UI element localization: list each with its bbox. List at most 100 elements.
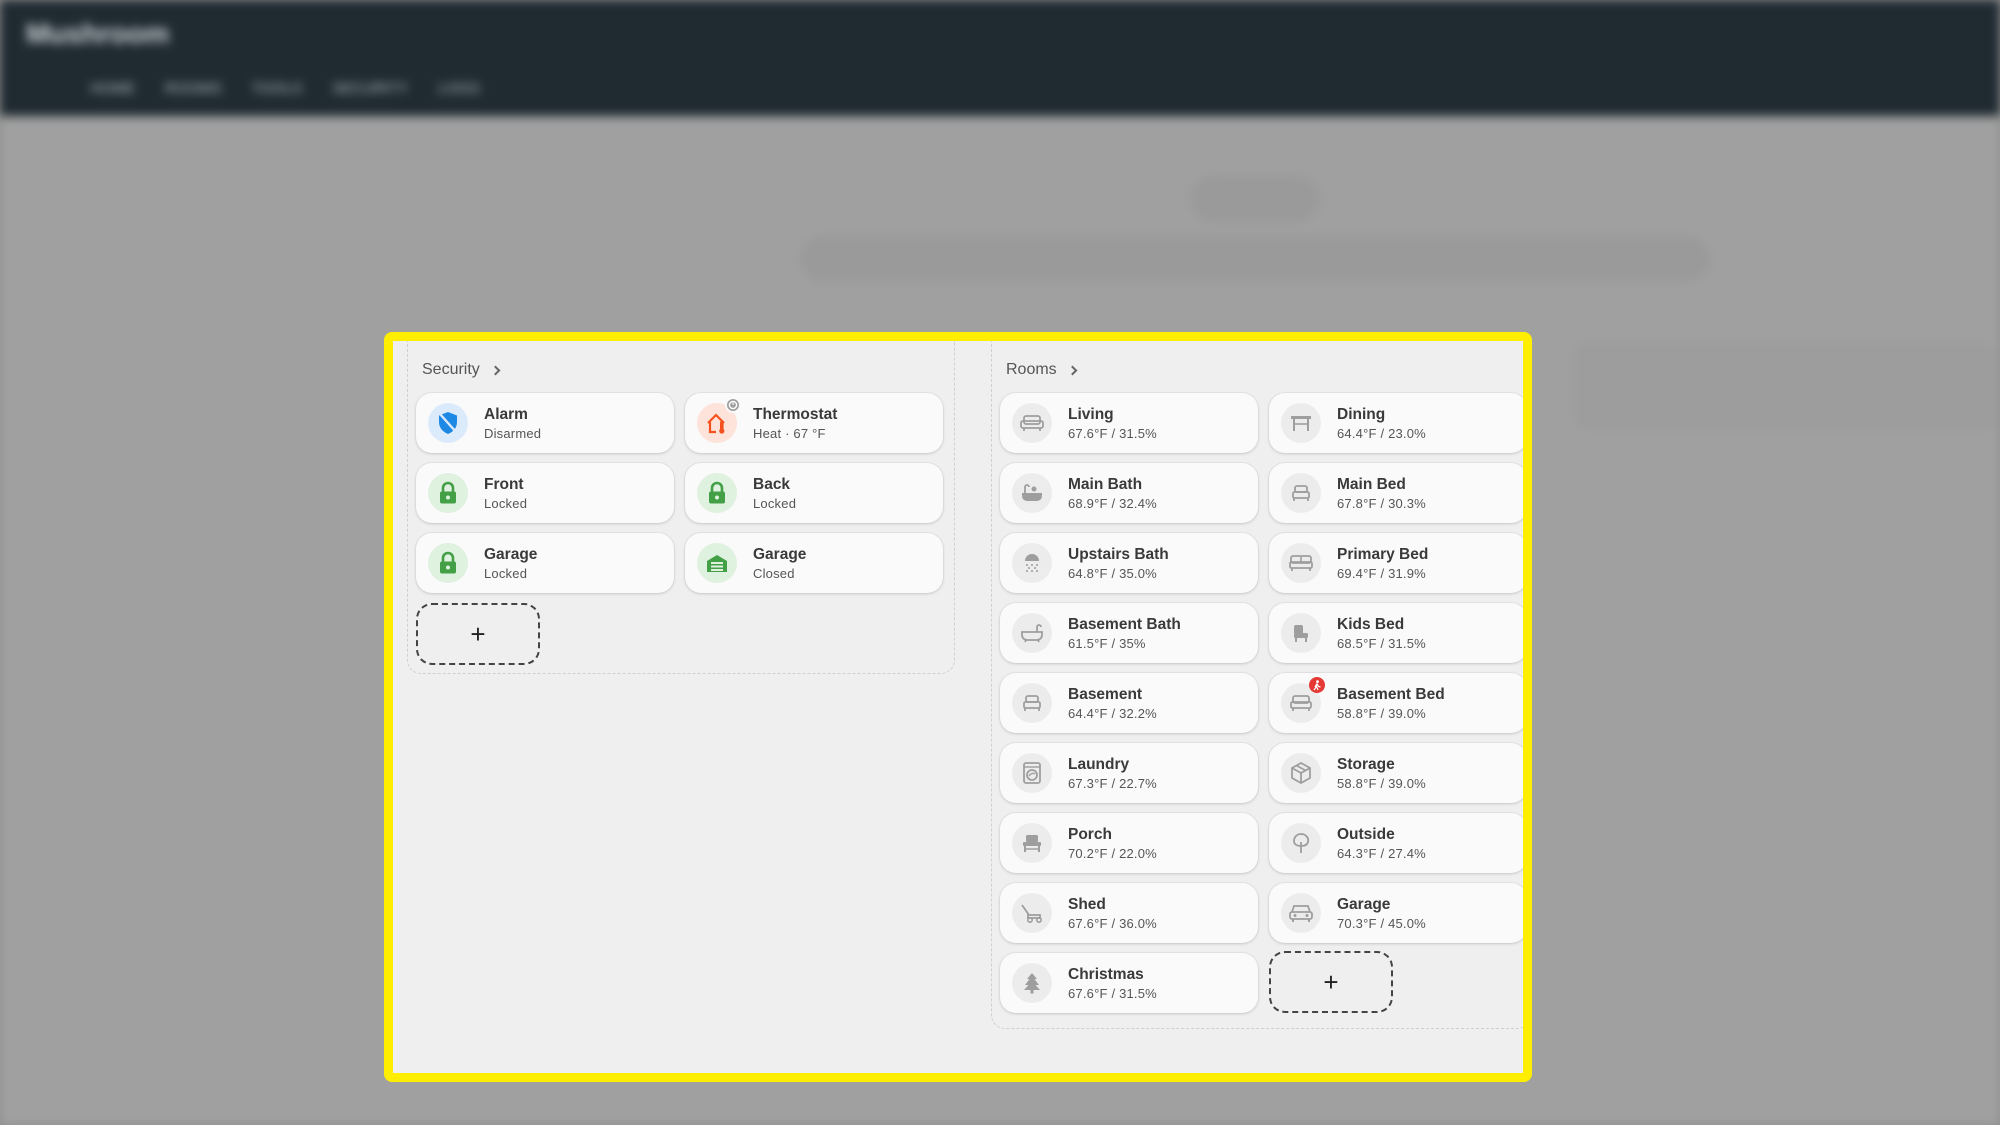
- bathtub-icon: [1012, 473, 1052, 513]
- tile-name: Back: [753, 475, 791, 493]
- tile-name: Main Bed: [1337, 475, 1406, 493]
- background-tab: SECURITY: [332, 80, 409, 97]
- background-app-title: Mushroom: [26, 18, 170, 49]
- tile-name: Kids Bed: [1337, 615, 1405, 633]
- background-tab: TOOLS: [251, 80, 303, 97]
- tile-state: Locked: [484, 565, 528, 581]
- background-card: [1570, 338, 2000, 434]
- tile-name: Thermostat: [753, 405, 838, 423]
- highlighted-panel: Security Alarm Disarmed Thermostat Heat · …: [384, 332, 1532, 1082]
- tile-name: Garage: [753, 545, 807, 563]
- tile-thermostat[interactable]: Thermostat Heat · 67 °F: [685, 393, 943, 453]
- tile-name: Front: [484, 475, 524, 493]
- lock-icon: [428, 543, 468, 583]
- garage-door-icon: [697, 543, 737, 583]
- tile-name: Alarm: [484, 405, 528, 423]
- bed-icon: [1012, 683, 1052, 723]
- tile-state: Heat · 67 °F: [753, 425, 826, 441]
- chevron-right-icon: [490, 365, 501, 376]
- room-tile-porch[interactable]: Porch 70.2°F / 22.0%: [1000, 813, 1258, 873]
- background-tab: HOME: [90, 80, 135, 97]
- rooms-header[interactable]: Rooms: [1006, 361, 1078, 379]
- room-tile-basement[interactable]: Basement 64.4°F / 32.2%: [1000, 673, 1258, 733]
- tile-front-lock[interactable]: Front Locked: [416, 463, 674, 523]
- tile-state: 58.8°F / 39.0%: [1337, 775, 1426, 791]
- shield-off-icon: [428, 403, 468, 443]
- pine-tree-icon: [1012, 963, 1052, 1003]
- add-room-card-button[interactable]: +: [1269, 951, 1393, 1013]
- bathtub-icon: [1012, 613, 1052, 653]
- tile-name: Living: [1068, 405, 1114, 423]
- lock-icon: [697, 473, 737, 513]
- rooms-title: Rooms: [1006, 361, 1057, 378]
- tile-name: Outside: [1337, 825, 1395, 843]
- chevron-right-icon: [1067, 365, 1078, 376]
- tile-state: 70.2°F / 22.0%: [1068, 845, 1157, 861]
- sofa-icon: [1012, 403, 1052, 443]
- lock-icon: [428, 473, 468, 513]
- tile-state: Locked: [753, 495, 797, 511]
- tile-name: Garage: [484, 545, 538, 563]
- tile-state: 64.8°F / 35.0%: [1068, 565, 1157, 581]
- tile-garage-lock[interactable]: Garage Locked: [416, 533, 674, 593]
- room-tile-primary-bed[interactable]: Primary Bed 69.4°F / 31.9%: [1269, 533, 1523, 593]
- tile-state: 64.4°F / 32.2%: [1068, 705, 1157, 721]
- tile-name: Basement Bath: [1068, 615, 1181, 633]
- tile-garage-door[interactable]: Garage Closed: [685, 533, 943, 593]
- tile-state: 67.3°F / 22.7%: [1068, 775, 1157, 791]
- motion-alert-badge: [1309, 677, 1325, 693]
- tile-state: 58.8°F / 39.0%: [1337, 705, 1426, 721]
- tile-back-lock[interactable]: Back Locked: [685, 463, 943, 523]
- tile-name: Dining: [1337, 405, 1386, 423]
- room-tile-christmas[interactable]: Christmas 67.6°F / 31.5%: [1000, 953, 1258, 1013]
- tile-state: 70.3°F / 45.0%: [1337, 915, 1426, 931]
- room-tile-outside[interactable]: Outside 64.3°F / 27.4%: [1269, 813, 1523, 873]
- car-icon: [1281, 893, 1321, 933]
- room-tile-living[interactable]: Living 67.6°F / 31.5%: [1000, 393, 1258, 453]
- room-tile-dining[interactable]: Dining 64.4°F / 23.0%: [1269, 393, 1523, 453]
- tile-name: Christmas: [1068, 965, 1144, 983]
- tree-icon: [1281, 823, 1321, 863]
- room-tile-kids-bed[interactable]: Kids Bed 68.5°F / 31.5%: [1269, 603, 1523, 663]
- chair-icon: [1281, 613, 1321, 653]
- bed-icon: [1281, 473, 1321, 513]
- tile-state: Locked: [484, 495, 528, 511]
- room-tile-laundry[interactable]: Laundry 67.3°F / 22.7%: [1000, 743, 1258, 803]
- room-tile-basement-bed[interactable]: Basement Bed 58.8°F / 39.0%: [1269, 673, 1523, 733]
- table-icon: [1281, 403, 1321, 443]
- room-tile-main-bath[interactable]: Main Bath 68.9°F / 32.4%: [1000, 463, 1258, 523]
- tile-name: Shed: [1068, 895, 1106, 913]
- tile-state: 67.6°F / 31.5%: [1068, 425, 1157, 441]
- package-icon: [1281, 753, 1321, 793]
- rooms-section: Rooms Living 67.6°F / 31.5% Dining 64.4°F …: [991, 341, 1523, 1029]
- tile-state: 64.4°F / 23.0%: [1337, 425, 1426, 441]
- mower-icon: [1012, 893, 1052, 933]
- bed-icon: [1281, 677, 1325, 723]
- room-tile-storage[interactable]: Storage 58.8°F / 39.0%: [1269, 743, 1523, 803]
- room-tile-garage[interactable]: Garage 70.3°F / 45.0%: [1269, 883, 1523, 943]
- background-chip: [1190, 176, 1320, 222]
- tile-name: Upstairs Bath: [1068, 545, 1169, 563]
- room-tile-upstairs-bath[interactable]: Upstairs Bath 64.8°F / 35.0%: [1000, 533, 1258, 593]
- background-header: Mushroom HOME ROOMS TOOLS SECURITY LOGS: [0, 0, 2000, 116]
- tile-state: 67.8°F / 30.3%: [1337, 495, 1426, 511]
- tile-state: 68.9°F / 32.4%: [1068, 495, 1157, 511]
- tile-name: Basement: [1068, 685, 1143, 703]
- background-tabs: HOME ROOMS TOOLS SECURITY LOGS: [90, 80, 480, 97]
- background-tab: ROOMS: [165, 80, 222, 97]
- tile-name: Primary Bed: [1337, 545, 1429, 563]
- tile-alarm[interactable]: Alarm Disarmed: [416, 393, 674, 453]
- home-thermometer-icon: [697, 397, 741, 443]
- room-tile-main-bed[interactable]: Main Bed 67.8°F / 30.3%: [1269, 463, 1523, 523]
- add-security-card-button[interactable]: +: [416, 603, 540, 665]
- outdoor-chair-icon: [1012, 823, 1052, 863]
- background-chip-row: [800, 236, 1710, 282]
- room-tile-basement-bath[interactable]: Basement Bath 61.5°F / 35%: [1000, 603, 1258, 663]
- tile-name: Garage: [1337, 895, 1391, 913]
- room-tile-shed[interactable]: Shed 67.6°F / 36.0%: [1000, 883, 1258, 943]
- shower-icon: [1012, 543, 1052, 583]
- washing-machine-icon: [1012, 753, 1052, 793]
- tile-name: Laundry: [1068, 755, 1130, 773]
- bed-double-icon: [1281, 543, 1321, 583]
- security-header[interactable]: Security: [422, 361, 501, 379]
